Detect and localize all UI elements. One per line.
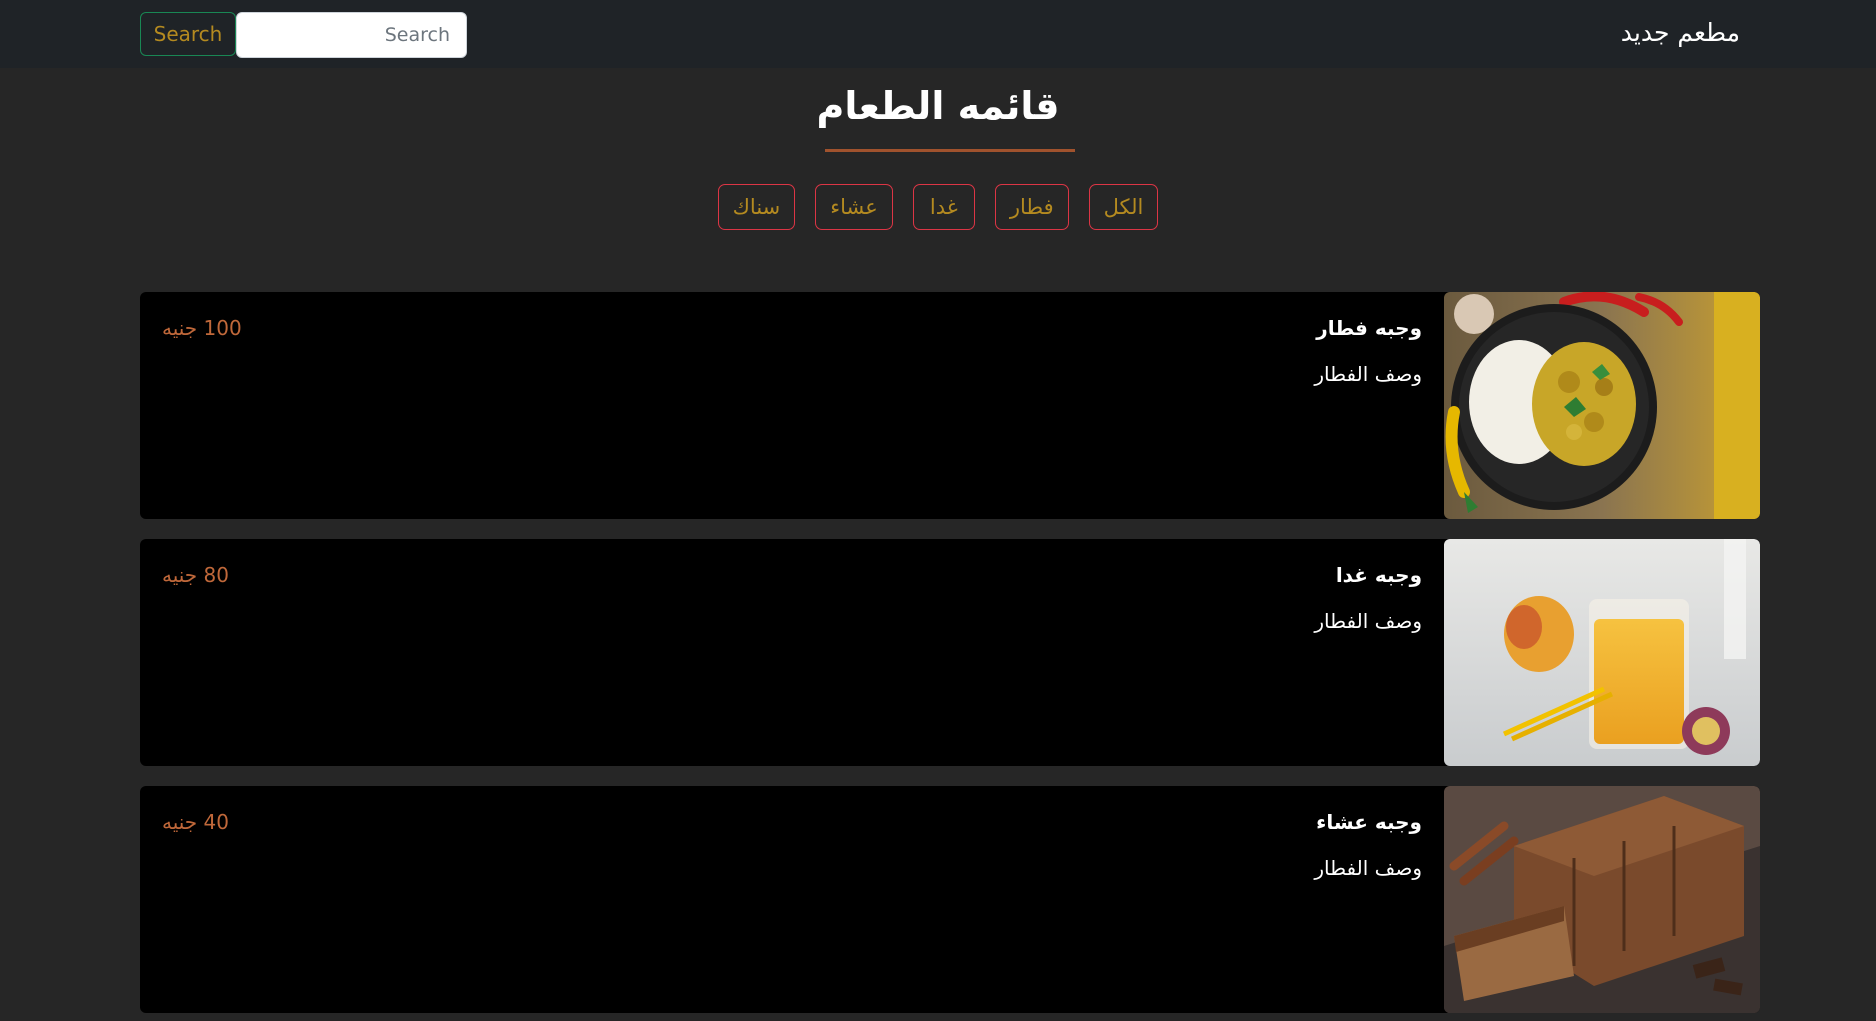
item-name: وجبه فطار xyxy=(1316,316,1422,340)
item-description: وصف الفطار xyxy=(1314,856,1422,880)
chocolate-cake-image xyxy=(1444,786,1760,1013)
navbar: مطعم جديد Search xyxy=(0,0,1876,68)
page-title: قائمه الطعام xyxy=(816,84,1060,128)
curry-rice-image xyxy=(1444,292,1760,519)
brand-link[interactable]: مطعم جديد xyxy=(1621,18,1740,47)
title-underline xyxy=(825,149,1075,152)
search-input[interactable] xyxy=(236,12,467,58)
item-price: 40 جنيه xyxy=(162,810,229,834)
menu-item-card[interactable]: وجبه غدا وصف الفطار 80 جنيه xyxy=(140,539,1760,766)
search-button[interactable]: Search xyxy=(140,12,236,56)
item-price: 80 جنيه xyxy=(162,563,229,587)
filter-snack-button[interactable]: سناك xyxy=(717,184,796,230)
item-price: 100 جنيه xyxy=(162,316,242,340)
filter-dinner-button[interactable]: عشاء xyxy=(815,184,893,230)
filter-all-button[interactable]: الكل xyxy=(1088,184,1159,230)
menu-item-card[interactable]: وجبه عشاء وصف الفطار 40 جنيه xyxy=(140,786,1760,1013)
filter-breakfast-button[interactable]: فطار xyxy=(994,184,1069,230)
item-description: وصف الفطار xyxy=(1314,609,1422,633)
item-description: وصف الفطار xyxy=(1314,362,1422,386)
category-filters: الكل فطار غدا عشاء سناك xyxy=(0,184,1876,230)
mango-juice-image xyxy=(1444,539,1760,766)
item-name: وجبه غدا xyxy=(1335,563,1422,587)
item-name: وجبه عشاء xyxy=(1316,810,1422,834)
filter-lunch-button[interactable]: غدا xyxy=(912,184,975,230)
menu-item-card[interactable]: وجبه فطار وصف الفطار 100 جنيه xyxy=(140,292,1760,519)
